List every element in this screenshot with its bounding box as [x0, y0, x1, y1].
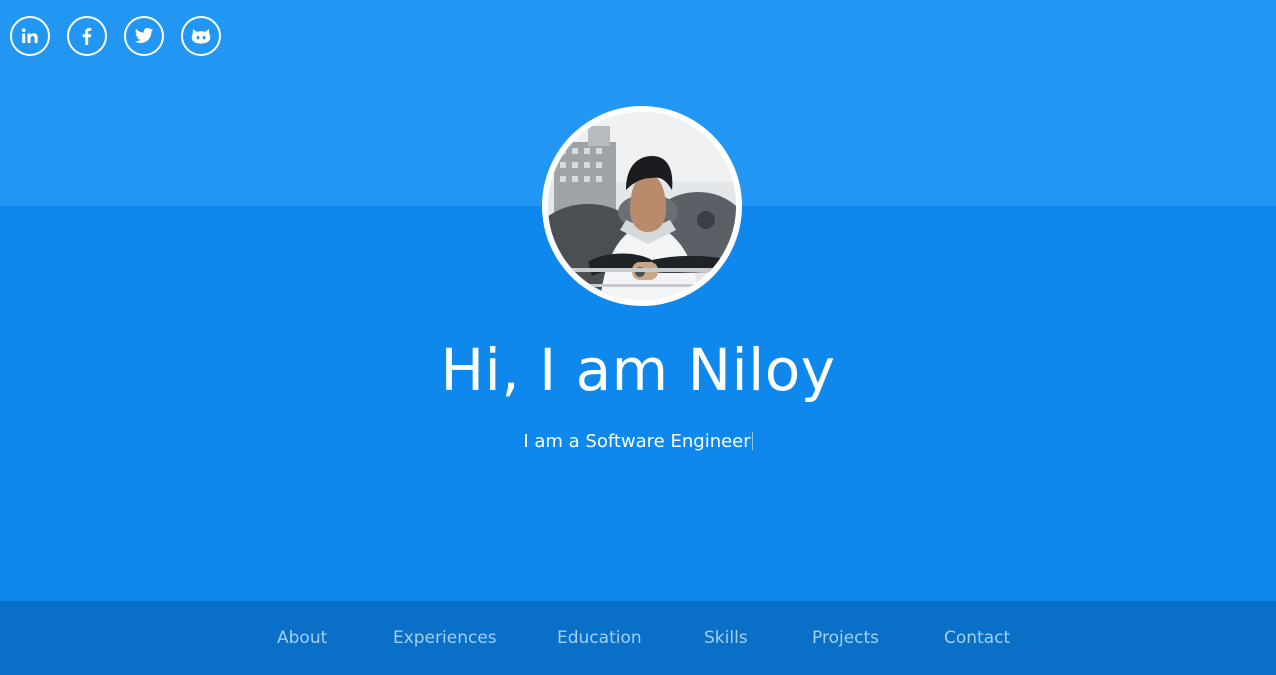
nav-education[interactable]: Education	[557, 627, 642, 649]
github-button[interactable]	[181, 16, 221, 56]
nav-experiences[interactable]: Experiences	[393, 627, 497, 649]
nav-about[interactable]: About	[277, 627, 327, 649]
twitter-icon	[134, 26, 154, 46]
hero-title: Hi, I am Niloy	[440, 336, 836, 404]
nav-projects[interactable]: Projects	[812, 627, 879, 649]
nav-contact[interactable]: Contact	[944, 627, 1010, 649]
hero-subtitle: I am a Software Engineer	[0, 430, 1276, 454]
linkedin-icon	[20, 26, 40, 46]
bottom-navigation: About Experiences Education Skills Proje…	[0, 601, 1276, 675]
facebook-icon	[77, 26, 97, 46]
hero-subtitle-text: I am a Software Engineer	[523, 431, 751, 452]
profile-avatar	[542, 106, 742, 306]
profile-photo	[548, 112, 736, 300]
social-links	[10, 16, 221, 56]
linkedin-button[interactable]	[10, 16, 50, 56]
github-icon	[190, 25, 212, 47]
page: Hi, I am Niloy I am a Software Engineer …	[0, 0, 1276, 675]
facebook-button[interactable]	[67, 16, 107, 56]
twitter-button[interactable]	[124, 16, 164, 56]
typing-cursor	[751, 432, 753, 450]
nav-skills[interactable]: Skills	[704, 627, 748, 649]
